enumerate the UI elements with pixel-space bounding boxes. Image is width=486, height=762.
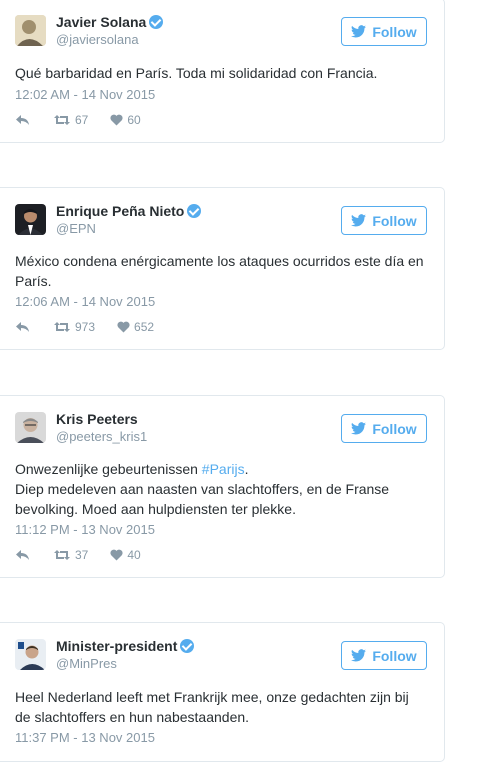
like-button[interactable]: 40	[110, 548, 141, 562]
user-name-text[interactable]: Minister-president	[56, 638, 177, 654]
follow-label: Follow	[372, 212, 417, 229]
user-name-text[interactable]: Javier Solana	[56, 14, 146, 30]
user-name-text[interactable]: Enrique Peña Nieto	[56, 203, 184, 219]
like-count: 40	[127, 548, 141, 562]
like-button[interactable]: 60	[110, 113, 141, 127]
tweet-card: Enrique Peña Nieto @EPN Follow México co…	[0, 187, 445, 350]
user-handle[interactable]: @MinPres	[56, 656, 117, 671]
tweet-timestamp[interactable]: 12:02 AM - 14 Nov 2015	[15, 87, 155, 102]
tweet-actions: 37 40	[15, 547, 141, 563]
user-name[interactable]: Minister-president	[56, 638, 195, 654]
heart-icon	[110, 549, 123, 561]
bird-icon	[351, 25, 367, 38]
follow-button[interactable]: Follow	[341, 17, 427, 46]
user-name[interactable]: Kris Peeters	[56, 411, 138, 427]
retweet-count: 67	[75, 113, 89, 127]
user-name[interactable]: Javier Solana	[56, 14, 164, 30]
retweet-icon	[54, 115, 70, 125]
bird-icon	[351, 422, 367, 435]
retweet-icon	[54, 322, 70, 332]
retweet-button[interactable]: 37	[53, 548, 88, 562]
tweet-actions: 973 652	[15, 319, 154, 335]
follow-label: Follow	[372, 23, 417, 40]
tweet-text-part: Diep medeleven aan naasten van slachtoff…	[15, 481, 390, 517]
retweet-icon	[54, 550, 70, 560]
tweet-text-part: Onwezenlijke gebeurtenissen	[15, 461, 202, 477]
verified-badge-icon	[180, 639, 195, 653]
follow-button[interactable]: Follow	[341, 414, 427, 443]
retweet-count: 973	[75, 320, 96, 334]
reply-icon	[16, 322, 29, 332]
follow-button[interactable]: Follow	[341, 641, 427, 670]
verified-badge-icon	[187, 204, 202, 218]
reply-icon	[16, 550, 29, 560]
retweet-button[interactable]: 67	[53, 113, 88, 127]
follow-label: Follow	[372, 647, 417, 664]
user-handle[interactable]: @javiersolana	[56, 32, 139, 47]
tweet-actions: 67 60	[15, 112, 141, 128]
tweet-text: Qué barbaridad en París. Toda mi solidar…	[15, 65, 378, 81]
bird-icon	[351, 214, 367, 227]
person-avatar-icon	[15, 15, 46, 46]
reply-button[interactable]	[15, 321, 31, 333]
retweet-button[interactable]: 973	[53, 320, 95, 334]
like-button[interactable]: 652	[117, 320, 154, 334]
tweet-timestamp[interactable]: 12:06 AM - 14 Nov 2015	[15, 294, 155, 309]
tweet-card: Javier Solana @javiersolana Follow Qué b…	[0, 0, 445, 143]
tweet-text-part: .	[244, 461, 249, 477]
like-count: 652	[134, 320, 155, 334]
bird-icon	[351, 649, 367, 662]
user-name[interactable]: Enrique Peña Nieto	[56, 203, 202, 219]
avatar[interactable]	[15, 15, 46, 46]
heart-icon	[117, 321, 130, 333]
tweet-timestamp[interactable]: 11:12 PM - 13 Nov 2015	[15, 522, 155, 537]
tweet-card: Kris Peeters @peeters_kris1 Follow Onwez…	[0, 395, 445, 578]
avatar[interactable]	[15, 639, 46, 670]
follow-label: Follow	[372, 420, 417, 437]
heart-icon	[110, 114, 123, 126]
person-avatar-icon	[15, 412, 46, 443]
user-name-text[interactable]: Kris Peeters	[56, 411, 138, 427]
verified-badge-icon	[149, 15, 164, 29]
tweet-card: Minister-president @MinPres Follow Heel …	[0, 622, 445, 762]
reply-button[interactable]	[15, 114, 31, 126]
avatar[interactable]	[15, 412, 46, 443]
like-count: 60	[127, 113, 141, 127]
reply-button[interactable]	[15, 549, 31, 561]
tweet-timestamp[interactable]: 11:37 PM - 13 Nov 2015	[15, 730, 155, 745]
tweet-text: Onwezenlijke gebeurtenissen #Parijs. Die…	[15, 459, 425, 519]
reply-icon	[16, 115, 29, 125]
tweet-text: Heel Nederland leeft met Frankrijk mee, …	[15, 689, 409, 725]
person-avatar-icon	[15, 639, 46, 670]
hashtag-link[interactable]: #Parijs	[202, 461, 245, 477]
user-handle[interactable]: @EPN	[56, 221, 96, 236]
retweet-count: 37	[75, 548, 89, 562]
person-avatar-icon	[15, 204, 46, 235]
avatar[interactable]	[15, 204, 46, 235]
tweet-text: México condena enérgicamente los ataques…	[15, 253, 424, 289]
follow-button[interactable]: Follow	[341, 206, 427, 235]
user-handle[interactable]: @peeters_kris1	[56, 429, 147, 444]
